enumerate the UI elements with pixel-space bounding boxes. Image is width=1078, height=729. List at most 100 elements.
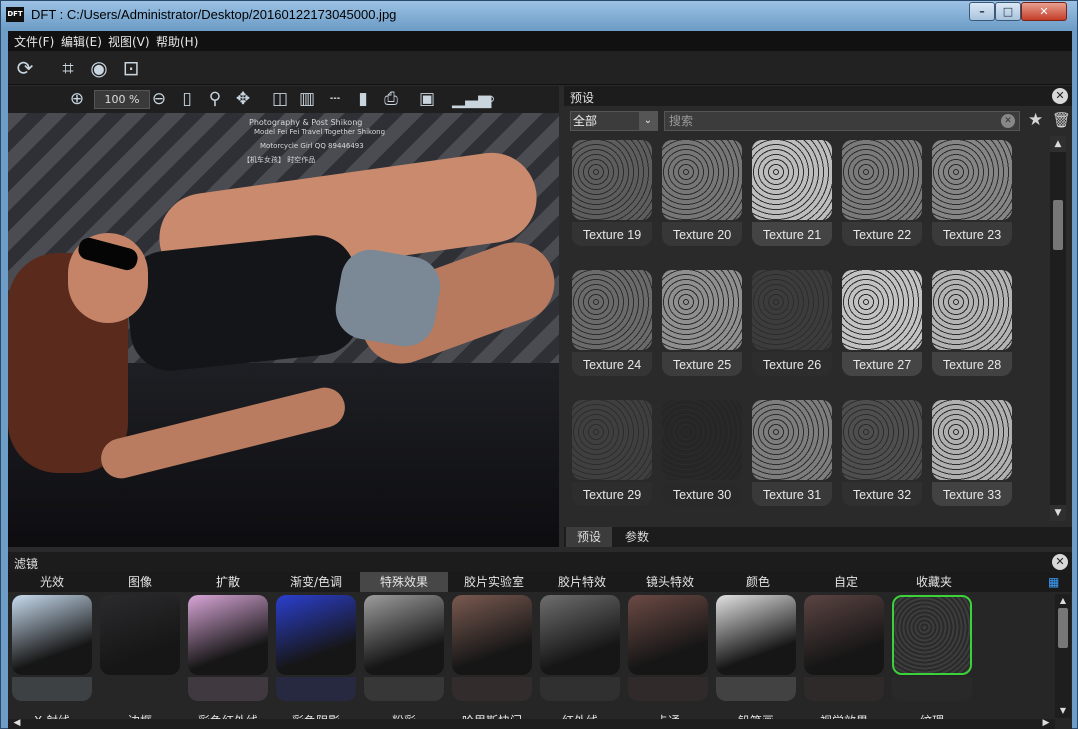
- filter-categories: ▦ 光效 图像 扩散 渐变/色调 特殊效果 胶片实验室 胶片特效 镜头特效 颜色 自定 收藏夹: [8, 572, 1072, 592]
- zoom-out-icon[interactable]: ⊖: [148, 88, 170, 110]
- filter-thumbnail-reflection: [716, 677, 796, 701]
- preset-tile[interactable]: [572, 270, 652, 350]
- tab-presets[interactable]: 预设: [566, 527, 612, 547]
- preset-tile-label: Texture 24: [582, 358, 642, 372]
- chevron-down-icon[interactable]: ⌄: [639, 112, 657, 130]
- tab-parameters[interactable]: 参数: [614, 527, 660, 547]
- filters-header: 滤镜 ✕: [8, 552, 1072, 572]
- preset-tile[interactable]: [662, 140, 742, 220]
- filter-thumbnail[interactable]: [716, 595, 796, 675]
- single-view-icon[interactable]: ▮: [352, 88, 374, 110]
- loupe-icon[interactable]: ⌕: [480, 88, 502, 110]
- scroll-thumb[interactable]: [1053, 200, 1063, 250]
- title-bar[interactable]: DFT DFT : C:/Users/Administrator/Desktop…: [1, 1, 1077, 29]
- filter-thumbnail[interactable]: [892, 595, 972, 675]
- filter-category-tab[interactable]: 胶片实验室: [450, 572, 538, 592]
- preset-search-input[interactable]: 搜索 ✕: [664, 111, 1020, 131]
- scroll-right-icon[interactable]: ▶: [1039, 717, 1053, 729]
- filter-thumbnail[interactable]: [804, 595, 884, 675]
- compare-view-icon[interactable]: ▥: [296, 88, 318, 110]
- watermark-line-2: Model Fei Fei Travel Together Shikong: [254, 128, 386, 136]
- filters-vscrollbar[interactable]: ▲ ▼: [1055, 594, 1071, 718]
- presets-close-icon[interactable]: ✕: [1052, 88, 1068, 104]
- preset-tile[interactable]: [572, 140, 652, 220]
- menu-edit[interactable]: 编辑(E): [61, 33, 102, 50]
- menu-view[interactable]: 视图(V): [108, 33, 150, 50]
- preset-tile[interactable]: [752, 400, 832, 480]
- filter-category-tab[interactable]: 特殊效果: [360, 572, 448, 592]
- preset-tile[interactable]: [842, 400, 922, 480]
- filter-thumbnail-reflection: [628, 677, 708, 701]
- filter-thumbnail[interactable]: [12, 595, 92, 675]
- menu-file[interactable]: 文件(F): [14, 33, 54, 50]
- snapshot-icon[interactable]: ⎙: [380, 88, 402, 110]
- image-canvas[interactable]: Photography & Post Shikong Model Fei Fei…: [8, 113, 559, 547]
- pan-move-icon[interactable]: ✥: [232, 88, 254, 110]
- watermark-line-4: 【机车女孩】 时空作品: [243, 156, 316, 164]
- histogram-icon[interactable]: ▁▃▅: [452, 88, 491, 110]
- rotate-icon[interactable]: ◉: [86, 56, 112, 80]
- scroll-up-icon[interactable]: ▲: [1050, 136, 1066, 152]
- filter-thumbnail[interactable]: [452, 595, 532, 675]
- filter-category-tab[interactable]: 颜色: [714, 572, 802, 592]
- filter-category-tab[interactable]: 自定: [802, 572, 890, 592]
- filter-thumbnail[interactable]: [364, 595, 444, 675]
- filter-thumbnail[interactable]: [100, 595, 180, 675]
- presets-tabs: 预设 参数: [564, 527, 1072, 547]
- filter-category-tab[interactable]: 渐变/色调: [272, 572, 360, 592]
- filter-thumbnail[interactable]: [276, 595, 356, 675]
- preset-tile[interactable]: [752, 270, 832, 350]
- scroll-left-icon[interactable]: ◀: [10, 717, 24, 729]
- scroll-down-icon[interactable]: ▼: [1055, 704, 1071, 718]
- filter-thumbnail[interactable]: [188, 595, 268, 675]
- minimize-button[interactable]: –: [969, 2, 995, 21]
- fit-screen-icon[interactable]: ⊡: [118, 56, 144, 80]
- preset-tile[interactable]: [932, 400, 1012, 480]
- split-horizontal-icon[interactable]: ┄: [324, 88, 346, 110]
- zoom-in-icon[interactable]: ⊕: [66, 88, 88, 110]
- preset-tile[interactable]: [752, 140, 832, 220]
- filters-hscrollbar[interactable]: ◀ ▶: [8, 717, 1055, 729]
- menu-help[interactable]: 帮助(H): [156, 33, 198, 50]
- preset-tile-label: Texture 29: [582, 488, 642, 502]
- clear-search-icon[interactable]: ✕: [1001, 114, 1015, 128]
- filter-category-tab[interactable]: 图像: [96, 572, 184, 592]
- filter-category-tab[interactable]: 胶片特效: [538, 572, 626, 592]
- preset-tile[interactable]: [662, 270, 742, 350]
- favorite-star-icon[interactable]: ★: [1028, 110, 1043, 130]
- zoom-icon[interactable]: ⚲: [204, 88, 226, 110]
- filter-category-tab[interactable]: 扩散: [184, 572, 272, 592]
- preset-tile[interactable]: [572, 400, 652, 480]
- filter-category-tab[interactable]: 光效: [8, 572, 96, 592]
- maximize-button[interactable]: □: [995, 2, 1021, 21]
- split-view-icon[interactable]: ◫: [269, 88, 291, 110]
- preset-category-select[interactable]: 全部 ⌄: [570, 111, 658, 131]
- preset-tile[interactable]: [932, 270, 1012, 350]
- scroll-thumb[interactable]: [1058, 608, 1068, 648]
- filter-thumbnail[interactable]: [628, 595, 708, 675]
- grid-view-icon[interactable]: ▦: [1048, 575, 1062, 589]
- scroll-down-icon[interactable]: ▼: [1050, 505, 1066, 521]
- image-icon[interactable]: ▣: [416, 88, 438, 110]
- preset-tile[interactable]: [842, 270, 922, 350]
- filter-category-tab[interactable]: 收藏夹: [890, 572, 978, 592]
- trash-icon[interactable]: 🗑: [1052, 111, 1071, 129]
- filter-category-tab[interactable]: 镜头特效: [626, 572, 714, 592]
- preset-tile-label: Texture 31: [762, 488, 822, 502]
- preset-tile[interactable]: [662, 400, 742, 480]
- preset-grid: Texture 19 Texture 20 Texture 21 Texture 22…: [570, 136, 1050, 521]
- filter-thumbnail[interactable]: [540, 595, 620, 675]
- filters-close-icon[interactable]: ✕: [1052, 554, 1068, 570]
- scroll-up-icon[interactable]: ▲: [1055, 594, 1071, 608]
- close-button[interactable]: ✕: [1021, 2, 1067, 21]
- preset-tile[interactable]: [932, 140, 1012, 220]
- photo-top: [122, 231, 364, 375]
- fit-height-icon[interactable]: ▯: [176, 88, 198, 110]
- preset-tile-label: Texture 26: [762, 358, 822, 372]
- preset-scrollbar[interactable]: ▲ ▼: [1050, 136, 1066, 521]
- crop-icon[interactable]: ⌗: [55, 56, 81, 80]
- filter-thumbnail-reflection: [540, 677, 620, 701]
- refresh-icon[interactable]: ⟳: [12, 56, 38, 80]
- preset-tile[interactable]: [842, 140, 922, 220]
- zoom-level-field[interactable]: 100 %: [94, 90, 150, 109]
